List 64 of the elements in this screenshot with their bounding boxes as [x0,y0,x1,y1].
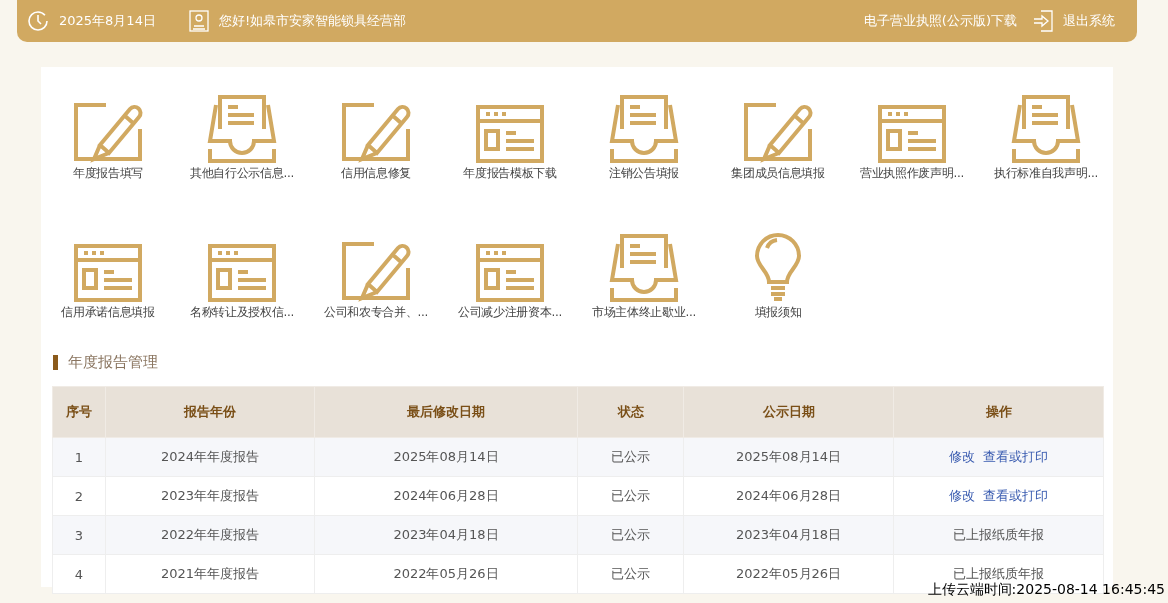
shortcut-tile[interactable]: 注销公告填报 [577,93,711,182]
shortcut-tile[interactable]: 公司减少注册资本... [443,232,577,321]
table-cell: 2024年06月28日 [683,476,894,516]
inbox-icon [608,93,680,163]
table-cell: 2025年08月14日 [683,437,894,477]
table-cell: 2024年年度报告 [105,437,315,477]
inbox-icon [1010,93,1082,163]
column-header: 操作 [893,386,1104,438]
table-cell: 4 [52,554,106,594]
browser-window-icon [206,242,278,302]
shortcut-tile[interactable]: 市场主体终止歇业... [577,232,711,321]
table-cell: 2022年05月26日 [683,554,894,594]
clock-icon [27,10,49,32]
browser-window-icon [474,103,546,163]
section-title: 年度报告管理 [68,353,158,372]
table-cell: 2021年年度报告 [105,554,315,594]
browser-window-icon [876,103,948,163]
action-link[interactable]: 查看或打印 [983,449,1048,464]
table-cell: 2025年08月14日 [314,437,578,477]
shortcut-tile[interactable]: 名称转让及授权信... [175,232,309,321]
browser-window-icon [474,242,546,302]
table-cell: 2023年04月18日 [314,515,578,555]
shortcut-tile[interactable]: 填报须知 [711,232,845,321]
table-cell: 2024年06月28日 [314,476,578,516]
user-icon [188,10,209,32]
shortcut-tile[interactable]: 年度报告填写 [41,93,175,182]
inbox-icon [608,232,680,302]
shortcut-tile[interactable]: 年度报告模板下载 [443,93,577,182]
section-marker [53,355,58,370]
table-cell: 已公示 [577,554,684,594]
shortcut-tile[interactable]: 集团成员信息填报 [711,93,845,182]
table-cell: 2022年05月26日 [314,554,578,594]
shortcut-tile[interactable]: 公司和农专合并、... [309,232,443,321]
shortcut-tile[interactable]: 信用信息修复 [309,93,443,182]
action-link[interactable]: 修改 [949,449,975,464]
column-header: 报告年份 [105,386,315,438]
greeting-text: 您好!如皋市安家智能锁具经营部 [218,12,407,30]
table-cell: 2023年04月18日 [683,515,894,555]
shortcut-tile[interactable]: 营业执照作废声明... [845,93,979,182]
table-cell: 已公示 [577,437,684,477]
action-link[interactable]: 修改 [949,488,975,503]
column-header: 序号 [52,386,106,438]
column-header: 最后修改日期 [314,386,578,438]
shortcut-tile[interactable]: 其他自行公示信息... [175,93,309,182]
shortcut-tile[interactable]: 信用承诺信息填报 [41,232,175,321]
table-cell: 2023年年度报告 [105,476,315,516]
table-cell: 已公示 [577,476,684,516]
table-cell: 已公示 [577,515,684,555]
table-cell: 2022年年度报告 [105,515,315,555]
column-header: 公示日期 [683,386,894,438]
browser-window-icon [72,242,144,302]
table-cell: 1 [52,437,106,477]
table-cell: 3 [52,515,106,555]
current-date: 2025年8月14日 [59,12,156,30]
status-note: 已上报纸质年报 [953,566,1044,581]
table-cell: 2 [52,476,106,516]
column-header: 状态 [577,386,684,438]
status-note: 已上报纸质年报 [953,527,1044,542]
upload-time-label: 上传云端时间:2025-08-14 16:45:45 [927,581,1165,599]
action-link[interactable]: 查看或打印 [983,488,1048,503]
shortcut-tile[interactable]: 执行标准自我声明... [979,93,1113,182]
lightbulb-icon [753,232,803,302]
logout-icon [1033,10,1053,32]
inbox-icon [206,93,278,163]
